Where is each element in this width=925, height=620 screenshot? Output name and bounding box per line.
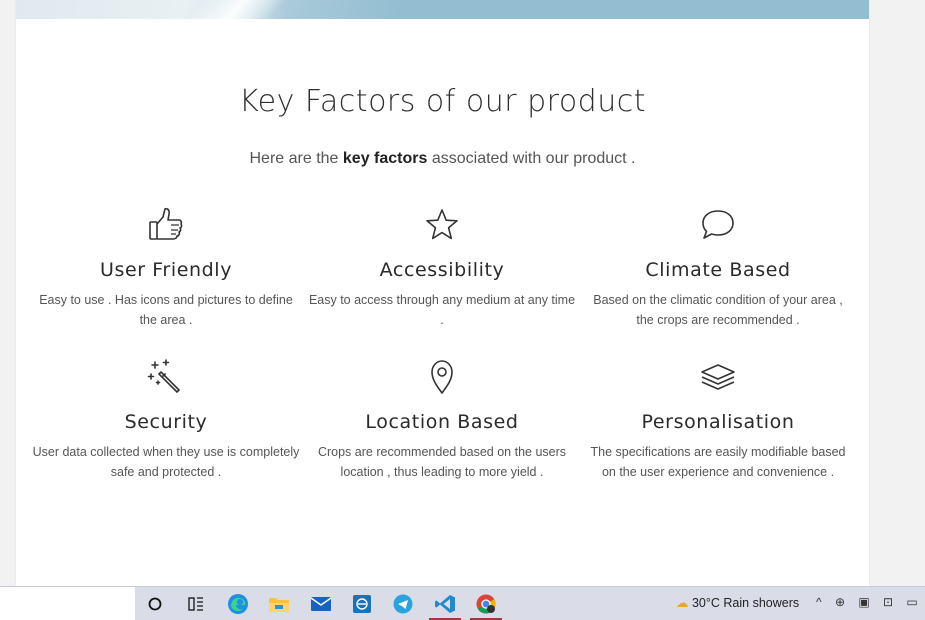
layers-icon [698,357,738,397]
app-icon[interactable] [342,587,382,620]
feature-title: Location Based [365,411,519,433]
vscode-icon[interactable] [425,587,465,620]
feature-description: Crops are recommended based on the users… [317,445,567,479]
windows-taskbar: ☁ 30°C Rain showers ^ ⊕ ▣ ⊡ ▭ [0,586,925,620]
feature-title: User Friendly [99,259,233,281]
feature-title: Climate Based [645,259,791,281]
location-pin-icon [422,357,462,397]
feature-description: Based on the climatic condition of your … [593,293,843,327]
feature-description: The specifications are easily modifiable… [590,445,846,479]
file-explorer-icon[interactable] [259,587,299,620]
star-icon [422,205,462,245]
weather-text: 30°C Rain showers [691,596,800,610]
feature-title: Security [124,411,208,433]
feature-location-based: Location Based Crops are recommended bas… [307,357,577,482]
chrome-icon[interactable] [466,587,506,620]
task-view-icon[interactable] [176,587,216,620]
mail-icon[interactable] [301,587,341,620]
weather-cloud-icon: ☁ [676,596,689,610]
telegram-icon[interactable] [383,587,423,620]
feature-title: Personalisation [641,411,795,433]
section-subtitle: Here are the key factors associated with… [249,150,636,167]
feature-accessibility: Accessibility Easy to access through any… [307,205,577,330]
chat-bubble-icon [698,205,738,245]
system-tray-icons[interactable]: ^ ⊕ ▣ ⊡ ▭ [816,595,923,609]
thumbs-up-icon [146,205,186,245]
web-page: Key Factors of our product Here are the … [16,0,869,586]
feature-user-friendly: User Friendly Easy to use . Has icons an… [31,205,301,330]
weather-widget[interactable]: ☁ 30°C Rain showers [676,595,799,610]
feature-title: Accessibility [379,259,505,281]
cortana-icon[interactable] [135,587,175,620]
feature-security: Security User data collected when they u… [31,357,301,482]
feature-personalisation: Personalisation The specifications are e… [583,357,853,482]
feature-description: Easy to access through any medium at any… [308,293,576,327]
header-banner [16,0,869,24]
feature-description: User data collected when they use is com… [32,445,300,479]
subtitle-emphasis: key factors [342,150,428,167]
edge-icon[interactable] [218,587,258,620]
taskbar-search-box[interactable] [0,587,135,620]
feature-climate-based: Climate Based Based on the climatic cond… [583,205,853,330]
section-title: Key Factors of our product [239,84,646,119]
magic-wand-icon [146,357,186,397]
feature-description: Easy to use . Has icons and pictures to … [39,293,293,327]
